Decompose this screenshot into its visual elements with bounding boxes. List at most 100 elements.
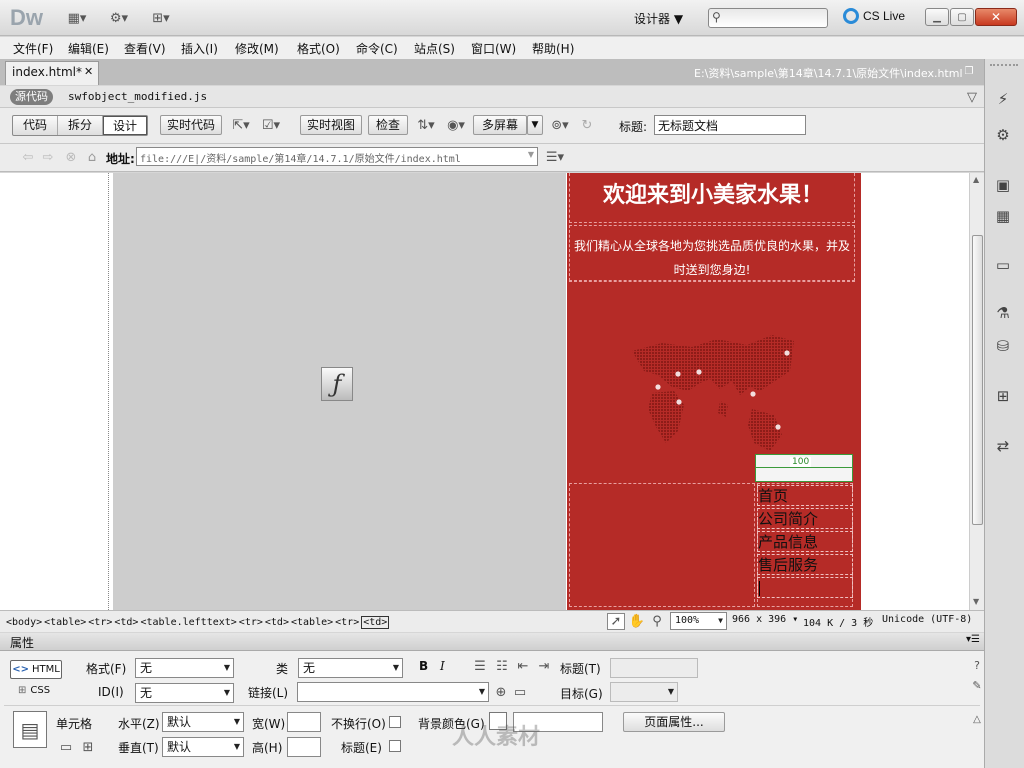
tag-td-selected[interactable]: <td> (361, 616, 390, 629)
multiscreen-dropdown[interactable]: ▼ (527, 115, 543, 135)
split-view-button[interactable]: 拆分 (58, 116, 103, 135)
files-panel-icon[interactable]: ⊞ (988, 383, 1018, 409)
pointer-tool-icon[interactable]: ➚ (607, 613, 625, 630)
tab-close-icon[interactable]: ✕ (84, 65, 93, 78)
tag-table-lefttext[interactable]: <table.lefttext> (140, 617, 236, 628)
gear-icon[interactable]: ⚙▾ (104, 9, 134, 27)
code-view-button[interactable]: 代码 (13, 116, 58, 135)
menu-edit[interactable]: 编辑(E) (68, 40, 109, 57)
home-icon[interactable]: ⌂ (84, 148, 100, 166)
menu-window[interactable]: 窗口(W) (471, 40, 516, 57)
behaviors-icon[interactable]: ⚗ (988, 300, 1018, 326)
nav-link-service[interactable]: 售后服务 (757, 554, 853, 575)
horz-select[interactable]: 默认 (162, 712, 244, 732)
design-view-button[interactable]: 设计 (103, 116, 147, 135)
quick-tag-icon[interactable]: ✎ (970, 677, 984, 693)
zoom-tool-icon[interactable]: ⚲ (648, 613, 666, 630)
snippets-icon[interactable]: ▦ (988, 203, 1018, 229)
empty-nav-cell[interactable] (757, 577, 853, 598)
visual-aids-icon[interactable]: ⊚▾ (548, 115, 572, 135)
layout-icon[interactable]: ▦▾ (62, 9, 92, 27)
format-select[interactable]: 无 (135, 658, 234, 678)
vertical-scrollbar[interactable]: ▲ ▼ (969, 173, 984, 610)
split-cells-icon[interactable]: ⊞ (80, 740, 96, 755)
id-select[interactable]: 无 (135, 683, 234, 703)
tag-table[interactable]: <table> (44, 617, 86, 628)
maximize-icon[interactable]: ▢ (950, 8, 974, 26)
scroll-thumb[interactable] (972, 235, 983, 525)
search-input[interactable]: ⚲ (708, 8, 828, 28)
restore-doc-icon[interactable]: ❐ (962, 64, 976, 78)
assets-panel-icon[interactable]: ▣ (988, 172, 1018, 198)
page-properties-button[interactable]: 页面属性... (623, 712, 725, 732)
css-mode-button[interactable]: ⊞ CSS (18, 685, 50, 696)
width-input[interactable] (287, 712, 321, 732)
ordered-list-icon[interactable]: ☷ (494, 658, 510, 674)
scroll-down-icon[interactable]: ▼ (973, 597, 979, 606)
height-input[interactable] (287, 737, 321, 757)
ap-elements-icon[interactable]: ▭ (988, 252, 1018, 278)
minimize-icon[interactable]: ▁ (925, 8, 949, 26)
link-input[interactable] (297, 682, 489, 702)
menu-file[interactable]: 文件(F) (13, 40, 53, 57)
italic-button[interactable]: I (440, 659, 445, 673)
scroll-up-icon[interactable]: ▲ (973, 175, 979, 184)
hand-tool-icon[interactable]: ✋ (628, 613, 646, 630)
address-dropdown-icon[interactable]: ▼ (528, 150, 534, 159)
back-icon[interactable]: ⇦ (20, 148, 36, 166)
address-input[interactable]: file:///E|/资料/sample/第14章/14.7.1/原始文件/in… (136, 147, 538, 166)
menu-view[interactable]: 查看(V) (124, 40, 166, 57)
browser-check-icon[interactable]: ☑▾ (258, 115, 284, 135)
header-checkbox[interactable] (389, 740, 401, 752)
unordered-list-icon[interactable]: ☰ (472, 658, 488, 674)
tag-inspector-icon[interactable]: ⛁ (988, 333, 1018, 359)
menu-help[interactable]: 帮助(H) (532, 40, 574, 57)
tag-tr[interactable]: <tr> (239, 617, 263, 628)
panel-menu-icon[interactable]: ▾☰ (966, 634, 980, 645)
browser-options-icon[interactable]: ☰▾ (544, 148, 566, 166)
tag-tr[interactable]: <tr> (335, 617, 359, 628)
merge-cells-icon[interactable]: ▭ (58, 740, 74, 755)
history-panel-icon[interactable]: ⇄ (988, 433, 1018, 459)
tag-body[interactable]: <body> (6, 617, 42, 628)
vert-select[interactable]: 默认 (162, 737, 244, 757)
css-styles-icon[interactable]: ⚙ (988, 122, 1018, 148)
nav-link-products[interactable]: 产品信息 (757, 531, 853, 552)
panel-collapse-grip[interactable] (990, 64, 1018, 72)
tag-table[interactable]: <table> (291, 617, 333, 628)
expand-icon[interactable]: △ (970, 711, 984, 727)
document-tab[interactable]: index.html* ✕ (5, 61, 99, 85)
cslive-button[interactable]: CS Live (843, 8, 905, 24)
outdent-icon[interactable]: ⇤ (515, 658, 531, 674)
window-size[interactable]: 966 x 396 ▾ (732, 614, 798, 625)
insert-panel-icon[interactable]: ⚡ (988, 86, 1018, 112)
menu-insert[interactable]: 插入(I) (181, 40, 218, 57)
nowrap-checkbox[interactable] (389, 716, 401, 728)
workspace-switcher[interactable]: 设计器 ▼ (634, 10, 683, 27)
file-management-icon[interactable]: ⇅▾ (414, 115, 438, 135)
live-code-button[interactable]: 实时代码 (160, 115, 222, 135)
target-select[interactable] (610, 682, 678, 702)
preview-globe-icon[interactable]: ◉▾ (444, 115, 468, 135)
bold-button[interactable]: B (419, 659, 428, 673)
point-to-file-icon[interactable]: ⊕ (493, 684, 509, 700)
tag-tr[interactable]: <tr> (88, 617, 112, 628)
close-icon[interactable]: ✕ (975, 8, 1017, 26)
html-mode-button[interactable]: <> HTML (10, 660, 62, 679)
indent-icon[interactable]: ⇥ (536, 658, 552, 674)
flash-placeholder[interactable]: ƒ (113, 173, 566, 610)
class-select[interactable]: 无 (298, 658, 403, 678)
stop-icon[interactable]: ⊗ (63, 148, 79, 166)
menu-modify[interactable]: 修改(M) (235, 40, 279, 57)
tag-td[interactable]: <td> (265, 617, 289, 628)
help-icon[interactable]: ? (970, 657, 984, 673)
nav-link-about[interactable]: 公司简介 (757, 508, 853, 529)
refresh-icon[interactable]: ↻ (578, 115, 596, 135)
menu-commands[interactable]: 命令(C) (356, 40, 398, 57)
inspect-mode-icon[interactable]: ⇱▾ (230, 115, 252, 135)
doc-title-input[interactable]: 无标题文档 (654, 115, 806, 135)
inspect-button[interactable]: 检查 (368, 115, 408, 135)
menu-format[interactable]: 格式(O) (297, 40, 340, 57)
tag-td[interactable]: <td> (114, 617, 138, 628)
zoom-select[interactable]: 100% (670, 612, 727, 630)
